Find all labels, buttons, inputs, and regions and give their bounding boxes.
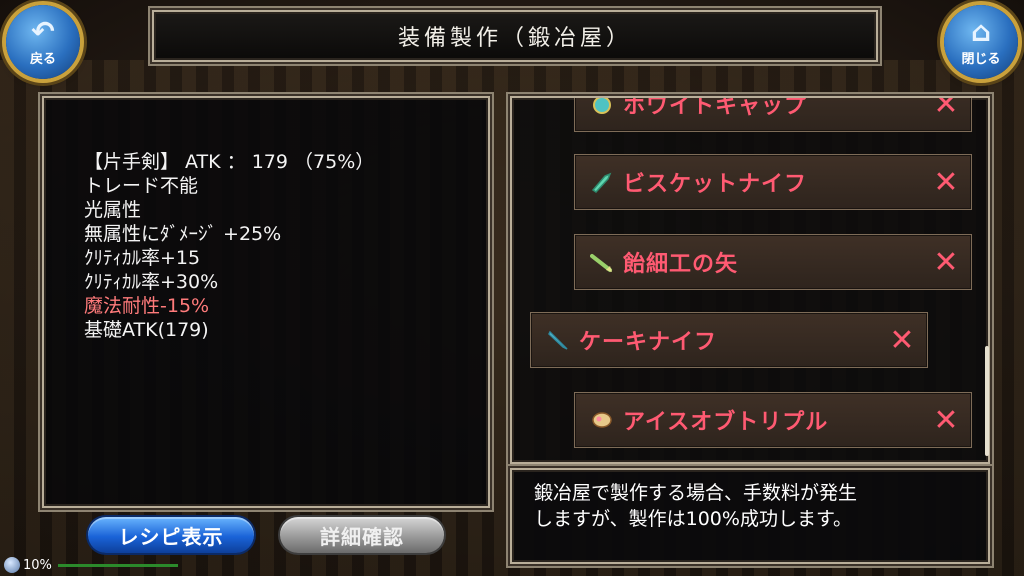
title-bar: 装備製作（鍛冶屋） [152, 10, 878, 62]
orb-icon [4, 557, 20, 573]
unavailable-icon: ✕ [933, 96, 959, 122]
status-percent: 10% [23, 557, 52, 573]
recipe-list-panel: ホワイトキャップ ✕ ビスケットナイフ ✕ 飴細工の矢 ✕ ケーキナイフ ✕ ア… [510, 96, 990, 464]
back-button-label: 戻る [29, 51, 56, 67]
ice-cream-icon [589, 407, 615, 433]
stat-line: トレード不能 [84, 175, 199, 197]
cap-icon [589, 98, 615, 117]
back-arrow-icon: ↶ [31, 14, 55, 48]
stat-line: 光属性 [84, 199, 142, 221]
knife-icon [589, 169, 615, 195]
stat-line-negative: 魔法耐性-15% [84, 295, 210, 317]
stat-line: 基礎ATK(179) [84, 319, 209, 341]
item-detail-panel: 【片手剣】 ATK ： 179 （75%） トレード不能 光属性 無属性にﾀﾞﾒ… [42, 96, 490, 508]
item-stats: 【片手剣】 ATK ： 179 （75%） トレード不能 光属性 無属性にﾀﾞﾒ… [84, 150, 374, 342]
detail-confirm-button[interactable]: 詳細確認 [280, 517, 444, 553]
info-line: 鍛冶屋で製作する場合、手数料が発生 [534, 482, 858, 504]
stat-line: 【片手剣】 ATK ： 179 （75%） [84, 151, 375, 173]
recipe-item[interactable]: 飴細工の矢 ✕ [574, 234, 972, 290]
info-line: しますが、製作は100%成功します。 [534, 508, 853, 530]
unavailable-icon: ✕ [889, 322, 915, 358]
unavailable-icon: ✕ [933, 402, 959, 438]
arrow-icon [589, 249, 615, 275]
status-bar [57, 563, 178, 567]
recipe-item[interactable]: ホワイトキャップ ✕ [574, 96, 972, 132]
back-button[interactable]: ↶ 戻る [6, 5, 80, 79]
page-title: 装備製作（鍛冶屋） [397, 26, 632, 51]
recipe-name: ビスケットナイフ [623, 172, 808, 197]
recipe-name: ケーキナイフ [579, 330, 718, 355]
recipe-name: アイスオブトリプル [623, 410, 829, 435]
recipe-list: ホワイトキャップ ✕ ビスケットナイフ ✕ 飴細工の矢 ✕ ケーキナイフ ✕ ア… [512, 98, 988, 462]
unavailable-icon: ✕ [933, 164, 959, 200]
recipe-display-button[interactable]: レシピ表示 [88, 517, 254, 553]
recipe-name: ホワイトキャップ [623, 96, 808, 119]
knife-icon [545, 327, 571, 353]
close-button[interactable]: ⌂ 閉じる [944, 5, 1018, 79]
unavailable-icon: ✕ [933, 244, 959, 280]
recipe-item[interactable]: アイスオブトリプル ✕ [574, 392, 972, 448]
close-button-label: 閉じる [961, 51, 1001, 67]
recipe-item[interactable]: ビスケットナイフ ✕ [574, 154, 972, 210]
home-icon: ⌂ [970, 14, 992, 48]
status-indicator: 10% [4, 556, 178, 574]
recipe-name: 飴細工の矢 [623, 252, 739, 277]
info-text: 鍛冶屋で製作する場合、手数料が発生 しますが、製作は100%成功します。 [534, 480, 857, 532]
stat-line: 無属性にﾀﾞﾒｰｼﾞ +25% [84, 223, 282, 245]
info-panel: 鍛冶屋で製作する場合、手数料が発生 しますが、製作は100%成功します。 [510, 468, 990, 564]
stat-line: ｸﾘﾃｨｶﾙ率+15 [84, 247, 201, 269]
recipe-item-selected[interactable]: ケーキナイフ ✕ [530, 312, 928, 368]
recipe-scrollbar[interactable] [985, 346, 989, 456]
stat-line: ｸﾘﾃｨｶﾙ率+30% [84, 271, 219, 293]
